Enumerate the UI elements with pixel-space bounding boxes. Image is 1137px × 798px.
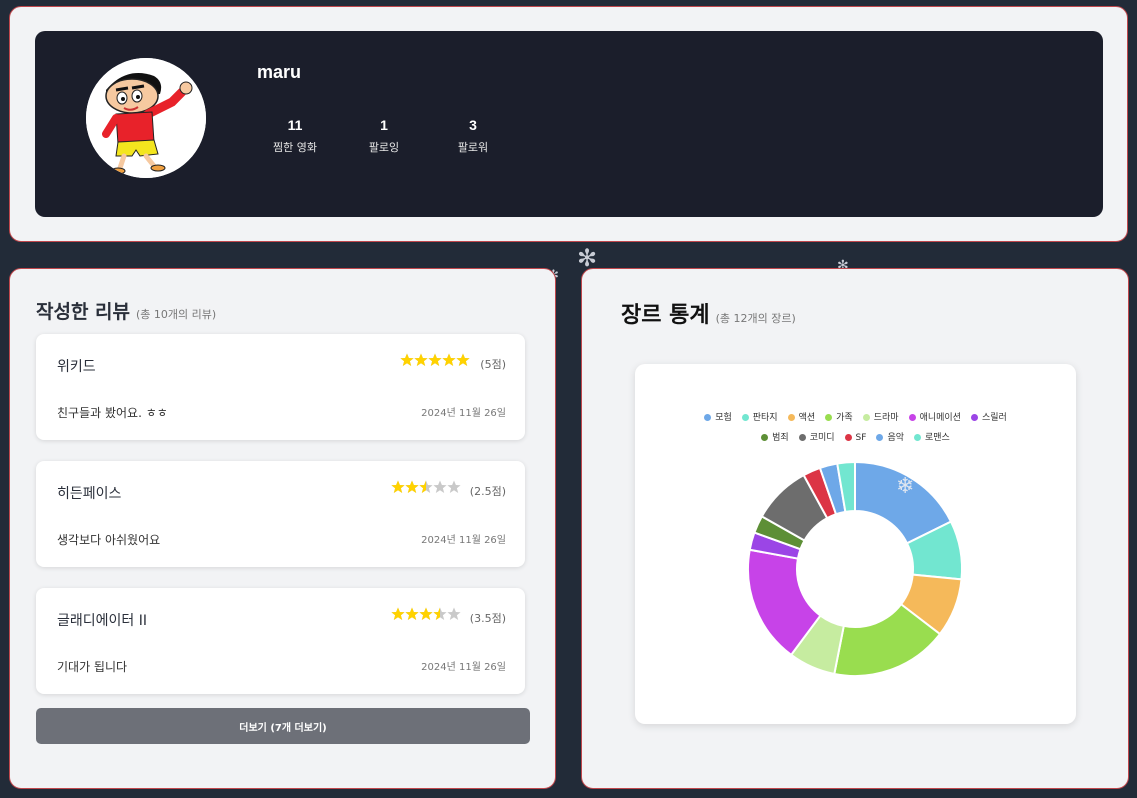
- stat-following[interactable]: 1 팔로잉: [344, 117, 424, 155]
- review-score: (3.5점): [469, 612, 506, 625]
- snowflake-icon: ❄: [896, 474, 915, 499]
- star-icon: [433, 607, 447, 620]
- stat-label: 팔로워: [457, 141, 489, 154]
- avatar[interactable]: [86, 58, 206, 178]
- star-icon: [405, 480, 419, 493]
- star-icon: [414, 353, 428, 366]
- star-icon: [419, 480, 433, 493]
- star-rating: [400, 353, 470, 371]
- reviews-title: 작성한 리뷰 (총 10개의 리뷰): [36, 297, 216, 324]
- stat-label: 팔로잉: [368, 141, 400, 154]
- stat-value: 3: [469, 117, 477, 133]
- review-text: 친구들과 봤어요. ㅎㅎ: [57, 406, 168, 420]
- genre-title: 장르 통계 (총 12개의 장르): [621, 297, 796, 329]
- reviews-subtitle: (총 10개의 리뷰): [136, 308, 217, 321]
- genre-chart-card: 모험 판타지 액션 가족 드라마 애니메이션 스릴러 범죄 코미디 SF 음악 로맨스 ❄: [635, 364, 1076, 724]
- star-icon: [391, 480, 405, 493]
- review-title: 히든페이스: [57, 486, 122, 502]
- star-rating: [391, 480, 461, 498]
- stat-followers[interactable]: 3 팔로워: [433, 117, 513, 155]
- star-icon: [447, 480, 461, 493]
- star-icon: [428, 353, 442, 366]
- star-icon: [419, 607, 433, 620]
- more-reviews-button[interactable]: 더보기 (7개 더보기): [36, 708, 530, 744]
- star-icon: [405, 607, 419, 620]
- stat-value: 1: [380, 117, 388, 133]
- reviews-panel: 작성한 리뷰 (총 10개의 리뷰) 위키드 (5점) 친구들과 봤어요. ㅎㅎ …: [9, 268, 556, 789]
- star-icon: [400, 353, 414, 366]
- star-icon: [447, 607, 461, 620]
- review-date: 2024년 11월 26일: [421, 662, 506, 673]
- profile-panel: maru 11 찜한 영화 1 팔로잉 3 팔로워: [9, 6, 1128, 242]
- review-title: 글래디에이터 II: [57, 613, 147, 629]
- review-date: 2024년 11월 26일: [421, 408, 506, 419]
- review-date: 2024년 11월 26일: [421, 535, 506, 546]
- review-score: (2.5점): [469, 485, 506, 498]
- review-title: 위키드: [57, 359, 96, 375]
- genre-panel: 장르 통계 (총 12개의 장르) 모험 판타지 액션 가족 드라마 애니메이션 스릴러 범죄 코…: [581, 268, 1129, 789]
- star-icon: [433, 480, 447, 493]
- star-icon: [456, 353, 470, 366]
- genre-donut-chart: [747, 460, 963, 677]
- star-icon: [391, 607, 405, 620]
- review-card[interactable]: 글래디에이터 II (3.5점) 기대가 됩니다 2024년 11월 26일: [36, 588, 525, 694]
- username: maru: [257, 62, 302, 82]
- review-score: (5점): [480, 358, 506, 371]
- review-card[interactable]: 위키드 (5점) 친구들과 봤어요. ㅎㅎ 2024년 11월 26일: [36, 334, 525, 440]
- profile-card: maru 11 찜한 영화 1 팔로잉 3 팔로워: [35, 31, 1103, 217]
- review-card[interactable]: 히든페이스 (2.5점) 생각보다 아쉬웠어요 2024년 11월 26일: [36, 461, 525, 567]
- review-text: 기대가 됩니다: [57, 660, 128, 674]
- star-icon: [442, 353, 456, 366]
- star-rating: [391, 607, 461, 625]
- review-text: 생각보다 아쉬웠어요: [57, 533, 161, 547]
- stat-value: 11: [287, 117, 303, 133]
- genre-title-text: 장르 통계: [621, 303, 710, 328]
- stat-label: 찜한 영화: [273, 141, 317, 154]
- stat-wishlist[interactable]: 11 찜한 영화: [255, 117, 335, 155]
- genre-subtitle: (총 12개의 장르): [715, 312, 796, 325]
- reviews-title-text: 작성한 리뷰: [36, 301, 131, 323]
- avatar-cartoon-icon: [86, 58, 206, 178]
